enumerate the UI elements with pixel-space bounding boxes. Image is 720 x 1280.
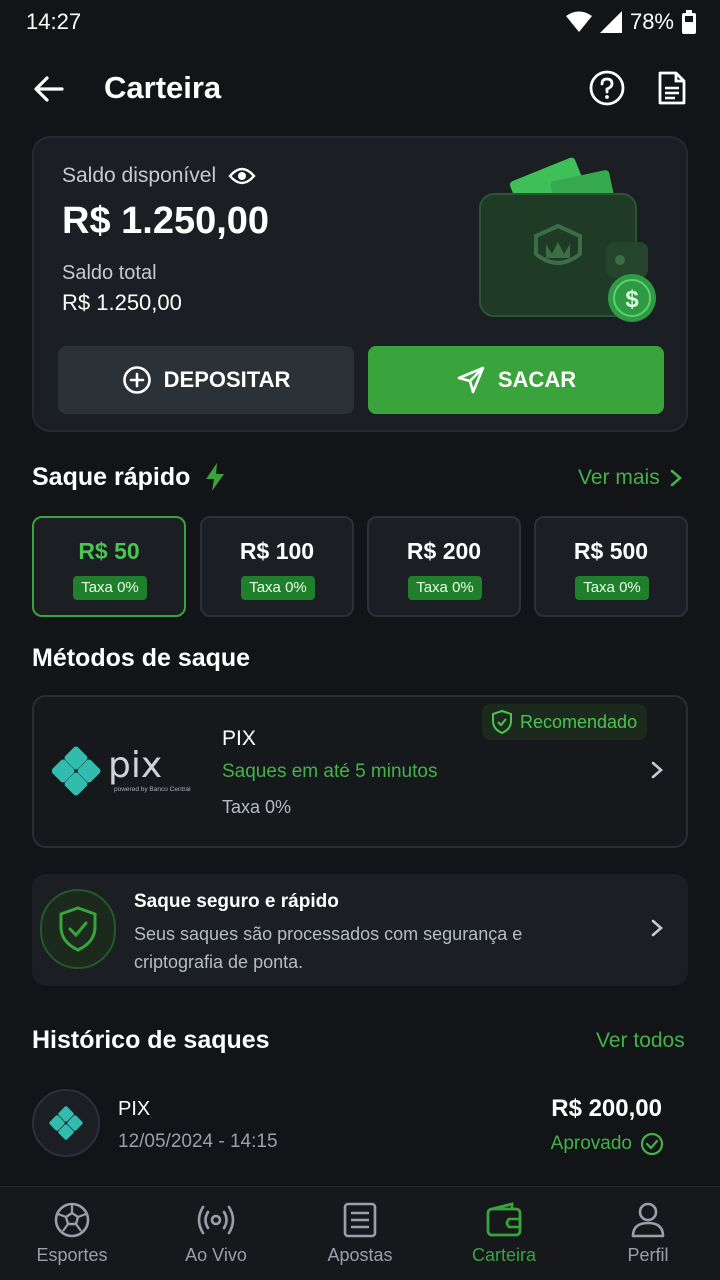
available-balance-value: R$ 1.250,00 [62, 200, 270, 242]
nav-item-label: Perfil [627, 1245, 669, 1265]
shield-check-icon [59, 906, 97, 952]
lightning-icon [206, 463, 225, 491]
chevron-right-icon [651, 919, 663, 937]
see-more-link[interactable]: Ver mais [578, 466, 682, 490]
svg-text:$: $ [625, 286, 639, 313]
pix-method-fee: Taxa 0% [222, 797, 292, 817]
wallet-illustration: $ [479, 157, 656, 322]
bet-slip-icon [343, 1202, 377, 1238]
nav-item-label: Apostas [327, 1245, 393, 1265]
quick-amount-fee-badge: Taxa 0% [408, 576, 482, 600]
pix-logo: pix powered by Banco Central [52, 745, 191, 796]
user-icon [631, 1202, 665, 1238]
history-item-amount: R$ 200,00 [551, 1095, 662, 1122]
svg-text:powered by Banco Central: powered by Banco Central [114, 786, 191, 793]
quick-amount-fee-badge: Taxa 0% [241, 576, 315, 600]
quick-amount-value: R$ 50 [78, 538, 140, 564]
status-indicators: 78% [565, 9, 696, 35]
page-title: Carteira [104, 70, 222, 105]
quick-amount-chip[interactable]: R$ 100 Taxa 0% [200, 516, 354, 617]
quick-amount-chip[interactable]: R$ 500 Taxa 0% [534, 516, 688, 617]
shield-check-icon [492, 710, 512, 734]
withdraw-button-label: SACAR [497, 367, 577, 392]
battery-icon [682, 10, 696, 34]
live-broadcast-icon [197, 1205, 235, 1235]
available-balance-label: Saldo disponível [62, 164, 217, 187]
soccer-ball-icon [54, 1202, 90, 1238]
withdraw-button[interactable]: SACAR [368, 346, 664, 414]
signal-icon [599, 11, 622, 33]
app-header: Carteira [0, 56, 720, 120]
quick-withdraw-header: Saque rápido [32, 462, 226, 492]
balance-card: Saldo disponível R$ 1.250,00 Saldo total… [32, 136, 688, 432]
history-item-status: Aprovado [551, 1132, 664, 1156]
deposit-button-label: DEPOSITAR [163, 367, 291, 392]
document-icon [658, 71, 686, 105]
available-balance-label-row: Saldo disponível [62, 164, 256, 188]
nav-item-carteira[interactable]: Carteira [432, 1201, 576, 1266]
nav-item-label: Esportes [36, 1245, 108, 1265]
recommended-badge-label: Recomendado [520, 711, 638, 732]
pix-icon [49, 1106, 83, 1140]
plus-circle-icon [122, 366, 151, 394]
battery-percent: 78% [629, 9, 674, 34]
history-item-avatar [32, 1089, 100, 1157]
pix-method-card[interactable]: pix powered by Banco Central PIX Saques … [32, 695, 688, 848]
secure-withdraw-description: Seus saques são processados com seguranç… [134, 924, 523, 972]
secure-withdraw-card[interactable]: Saque seguro e rápido Seus saques são pr… [32, 874, 688, 986]
status-time: 14:27 [26, 9, 82, 34]
see-more-label: Ver mais [578, 466, 660, 489]
help-circle-icon [589, 70, 625, 106]
check-circle-icon [640, 1132, 664, 1156]
chevron-right-icon [651, 761, 663, 779]
help-button[interactable] [586, 67, 628, 109]
total-balance-value: R$ 1.250,00 [62, 290, 182, 315]
quick-amount-chip[interactable]: R$ 50 Taxa 0% [32, 516, 186, 617]
withdraw-history-title: Histórico de saques [32, 1026, 270, 1054]
quick-amount-value: R$ 100 [239, 538, 315, 564]
history-item-date: 12/05/2024 - 14:15 [118, 1131, 278, 1152]
history-item-status-label: Aprovado [550, 1133, 632, 1154]
withdraw-methods-title: Métodos de saque [32, 644, 251, 672]
wifi-icon [565, 11, 592, 32]
secure-withdraw-title: Saque seguro e rápido [134, 891, 339, 912]
wallet-icon [486, 1202, 522, 1237]
deposit-button[interactable]: DEPOSITAR [58, 346, 354, 414]
svg-text:pix: pix [108, 745, 162, 786]
quick-amount-fee-badge: Taxa 0% [575, 576, 649, 600]
see-all-link[interactable]: Ver todos [596, 1029, 685, 1053]
eye-icon[interactable] [228, 166, 256, 186]
nav-item-esportes[interactable]: Esportes [0, 1201, 144, 1266]
statement-button[interactable] [652, 67, 692, 109]
total-balance-label: Saldo total [62, 262, 157, 284]
pix-method-name: PIX [222, 727, 256, 750]
bottom-navigation: Esportes Ao Vivo Apostas Carteira Perfil [0, 1186, 720, 1280]
quick-amount-fee-badge: Taxa 0% [73, 576, 147, 600]
quick-amount-chip[interactable]: R$ 200 Taxa 0% [367, 516, 521, 617]
arrow-left-icon [34, 76, 64, 102]
chevron-right-icon [670, 469, 682, 487]
quick-withdraw-title: Saque rápido [32, 462, 191, 491]
pix-method-speed: Saques em até 5 minutos [222, 761, 438, 782]
quick-amount-value: R$ 500 [573, 538, 649, 564]
shield-icon-wrap [40, 889, 116, 969]
quick-amount-value: R$ 200 [406, 538, 482, 564]
nav-item-perfil[interactable]: Perfil [576, 1201, 720, 1266]
back-button[interactable] [28, 68, 70, 110]
nav-item-ao-vivo[interactable]: Ao Vivo [144, 1201, 288, 1266]
nav-item-label: Ao Vivo [185, 1245, 247, 1265]
nav-item-label: Carteira [471, 1245, 537, 1265]
send-icon [457, 366, 485, 394]
status-bar: 14:27 78% [0, 0, 720, 44]
nav-item-apostas[interactable]: Apostas [288, 1201, 432, 1266]
history-item-method: PIX [118, 1098, 151, 1120]
recommended-badge: Recomendado [482, 704, 648, 740]
